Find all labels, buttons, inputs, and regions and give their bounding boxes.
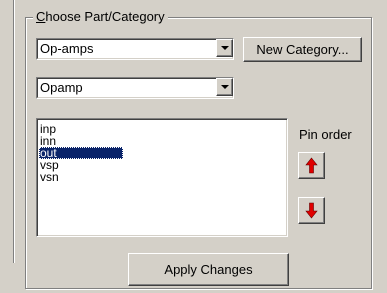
list-item[interactable]: vsp	[39, 159, 287, 171]
pin-list[interactable]: inp inn out vsp vsn	[36, 118, 288, 237]
list-item[interactable]: inp	[39, 123, 287, 135]
move-up-button[interactable]	[298, 152, 325, 179]
part-combo-value: Opamp	[40, 80, 83, 95]
move-down-button[interactable]	[298, 197, 325, 224]
left-panel-edge	[0, 0, 14, 263]
part-combo[interactable]: Opamp	[36, 77, 234, 99]
list-item-selected[interactable]: out	[39, 147, 287, 159]
pin-order-label: Pin order	[299, 127, 352, 142]
new-category-button[interactable]: New Category...	[243, 37, 362, 62]
apply-changes-button[interactable]: Apply Changes	[128, 253, 289, 286]
list-item[interactable]: vsn	[39, 171, 287, 183]
arrow-up-icon	[305, 157, 318, 174]
category-combo[interactable]: Op-amps	[36, 38, 234, 60]
category-combo-value: Op-amps	[40, 41, 94, 56]
chevron-down-icon[interactable]	[216, 39, 233, 57]
list-item[interactable]: inn	[39, 135, 287, 147]
groupbox-title: Choose Part/Category	[33, 9, 168, 25]
chevron-down-icon[interactable]	[216, 78, 233, 96]
arrow-down-icon	[305, 202, 318, 219]
